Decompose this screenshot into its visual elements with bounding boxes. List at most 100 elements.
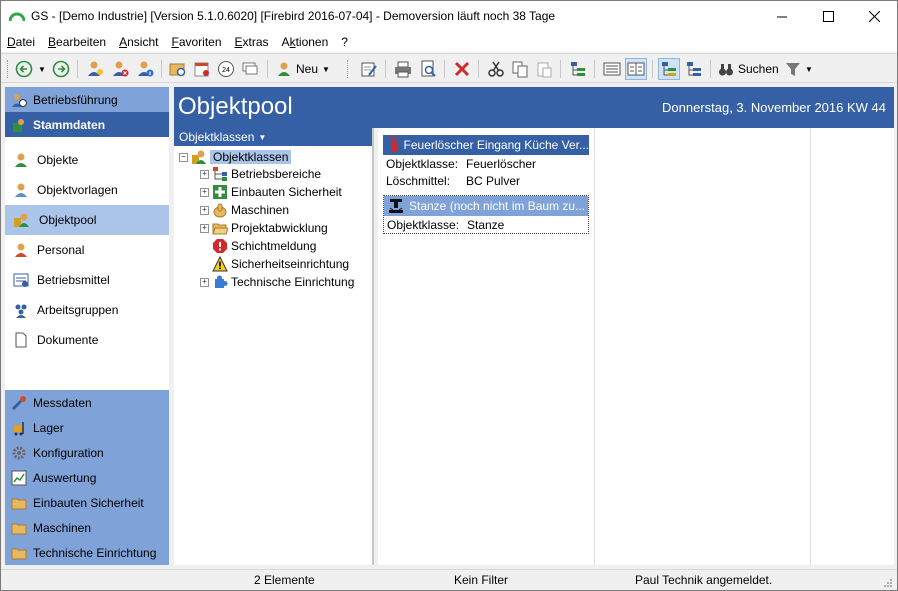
- comment-button[interactable]: [239, 58, 261, 80]
- tree-node-betriebsbereiche[interactable]: + Betriebsbereiche: [200, 165, 354, 183]
- tree-header-dropdown[interactable]: Objektklassen ▼: [174, 128, 372, 146]
- user-info-button[interactable]: [134, 58, 156, 80]
- menu-label: nsicht: [127, 35, 159, 49]
- column-divider: [594, 128, 595, 565]
- sidebar-item-personal[interactable]: Personal: [5, 235, 169, 265]
- user-delete-button[interactable]: [109, 58, 131, 80]
- object-card[interactable]: Stanze (noch nicht im Baum zu... Objektk…: [383, 195, 589, 234]
- group-icon: [15, 304, 27, 318]
- tree-export-button[interactable]: [567, 58, 589, 80]
- new-button[interactable]: Neu ▼: [276, 58, 330, 80]
- minimize-button[interactable]: [759, 1, 805, 32]
- forward-button[interactable]: [50, 58, 72, 80]
- filter-button[interactable]: ▼: [785, 58, 813, 80]
- tree-view-icon: [662, 62, 676, 76]
- maximize-button[interactable]: [805, 1, 851, 32]
- expand-icon[interactable]: +: [200, 169, 209, 179]
- edit-button[interactable]: [358, 58, 380, 80]
- close-button[interactable]: [851, 1, 897, 32]
- sidebar-group-lager[interactable]: Lager: [5, 415, 169, 440]
- object-card-header[interactable]: Stanze (noch nicht im Baum zu...: [384, 196, 588, 216]
- expand-icon[interactable]: +: [200, 187, 209, 197]
- paste-button[interactable]: [533, 58, 555, 80]
- caret-down-icon: ▼: [805, 64, 813, 74]
- menu-datei[interactable]: Datei: [7, 35, 35, 49]
- object-card-value: Stanze: [467, 217, 505, 232]
- folder-search-button[interactable]: [167, 58, 189, 80]
- menu-bearbeiten[interactable]: Bearbeiten: [48, 35, 106, 49]
- sidebar-item-objektvorlagen[interactable]: Objektvorlagen: [5, 175, 169, 205]
- resize-grip-icon[interactable]: [883, 578, 893, 588]
- object-card-value: BC Pulver: [466, 173, 521, 188]
- app-window: GS - [Demo Industrie] [Version 5.1.0.602…: [0, 0, 898, 591]
- tree-csv-button[interactable]: [683, 58, 705, 80]
- menu-aktionen[interactable]: Aktionen: [282, 35, 329, 49]
- menu-label: ?: [341, 35, 348, 49]
- menu-extras[interactable]: Extras: [235, 35, 269, 49]
- sidebar-item-betriebsmittel[interactable]: Betriebsmittel: [5, 265, 169, 295]
- back-button[interactable]: [13, 58, 35, 80]
- sidebar-group-auswertung[interactable]: Auswertung: [5, 465, 169, 490]
- detail-view-icon: [627, 62, 645, 76]
- user-add-button[interactable]: [84, 58, 106, 80]
- sidebar-group-betriebsfuehrung[interactable]: Betriebsführung: [5, 87, 169, 112]
- object-card-header[interactable]: Feuerlöscher Eingang Küche Ver...: [383, 135, 589, 155]
- print-preview-button[interactable]: [417, 58, 439, 80]
- menu-ansicht[interactable]: Ansicht: [119, 35, 158, 49]
- tree-node-einbauten-sicherheit[interactable]: + Einbauten Sicherheit: [200, 183, 354, 201]
- calendar-button[interactable]: [191, 58, 213, 80]
- expand-icon[interactable]: +: [200, 223, 209, 233]
- search-button-label: Suchen: [738, 62, 779, 76]
- tree-node-maschinen[interactable]: + Maschinen: [200, 201, 354, 219]
- sidebar-group-einbauten-sicherheit[interactable]: Einbauten Sicherheit: [5, 490, 169, 515]
- sidebar-group-messdaten[interactable]: Messdaten: [5, 390, 169, 415]
- tree-node-label: Maschinen: [231, 203, 290, 217]
- expand-icon[interactable]: +: [200, 277, 209, 287]
- tree-node-schichtmeldung[interactable]: Schichtmeldung: [200, 237, 354, 255]
- menu-favoriten[interactable]: Favoriten: [171, 35, 221, 49]
- sidebar-item-label: Objekte: [37, 153, 79, 167]
- sidebar-group-label: Konfiguration: [33, 445, 104, 460]
- document-icon: [15, 332, 27, 348]
- status-element-count: 2 Elemente: [254, 573, 315, 587]
- list-view-button[interactable]: [601, 58, 623, 80]
- menu-help[interactable]: ?: [341, 35, 348, 49]
- tree-node-label: Technische Einrichtung: [231, 275, 355, 289]
- toolbar-separator: [594, 60, 595, 78]
- sidebar-group-maschinen[interactable]: Maschinen: [5, 515, 169, 540]
- tree-root-node[interactable]: − Objektklassen: [179, 148, 292, 166]
- tree-node-label: Projektabwicklung: [231, 221, 328, 235]
- clock-24-icon: 24: [218, 61, 234, 77]
- sidebar-item-label: Objektpool: [39, 213, 97, 227]
- toolbar-separator: [710, 60, 711, 78]
- sidebar-group-technische-einrichtung[interactable]: Technische Einrichtung: [5, 540, 169, 565]
- search-button[interactable]: Suchen: [718, 58, 779, 80]
- sidebar-item-dokumente[interactable]: Dokumente: [5, 325, 169, 355]
- collapse-icon[interactable]: −: [179, 152, 188, 162]
- sidebar-item-objektpool[interactable]: Objektpool: [5, 205, 169, 235]
- toolbar: ▼ 24 Neu ▼ Suchen ▼: [1, 53, 897, 83]
- sidebar-item-arbeitsgruppen[interactable]: Arbeitsgruppen: [5, 295, 169, 325]
- tree-node-technische-einrichtung[interactable]: + Technische Einrichtung: [200, 273, 354, 291]
- object-card[interactable]: Feuerlöscher Eingang Küche Ver... Objekt…: [383, 135, 589, 189]
- back-dropdown[interactable]: ▼: [37, 58, 47, 80]
- clock-24-button[interactable]: 24: [215, 58, 237, 80]
- folder-icon: [11, 548, 27, 559]
- tree-view-button[interactable]: [658, 58, 680, 80]
- print-button[interactable]: [392, 58, 414, 80]
- delete-button[interactable]: [451, 58, 473, 80]
- object-card-row: Objektklasse: Feuerlöscher: [383, 155, 589, 172]
- sidebar-group-stammdaten[interactable]: Stammdaten: [5, 112, 169, 137]
- toolbar-grip[interactable]: [7, 60, 9, 78]
- sidebar-item-objekte[interactable]: Objekte: [5, 145, 169, 175]
- cut-button[interactable]: [485, 58, 507, 80]
- tree-node-projektabwicklung[interactable]: + Projektabwicklung: [200, 219, 354, 237]
- expand-icon[interactable]: +: [200, 205, 209, 215]
- toolbar-grip[interactable]: [347, 60, 349, 78]
- object-class-icon: [192, 150, 206, 164]
- copy-button[interactable]: [509, 58, 531, 80]
- probe-icon: [11, 395, 26, 410]
- tree-node-sicherheitseinrichtung[interactable]: Sicherheitseinrichtung: [200, 255, 354, 273]
- sidebar-group-konfiguration[interactable]: Konfiguration: [5, 440, 169, 465]
- detail-view-button[interactable]: [625, 58, 647, 80]
